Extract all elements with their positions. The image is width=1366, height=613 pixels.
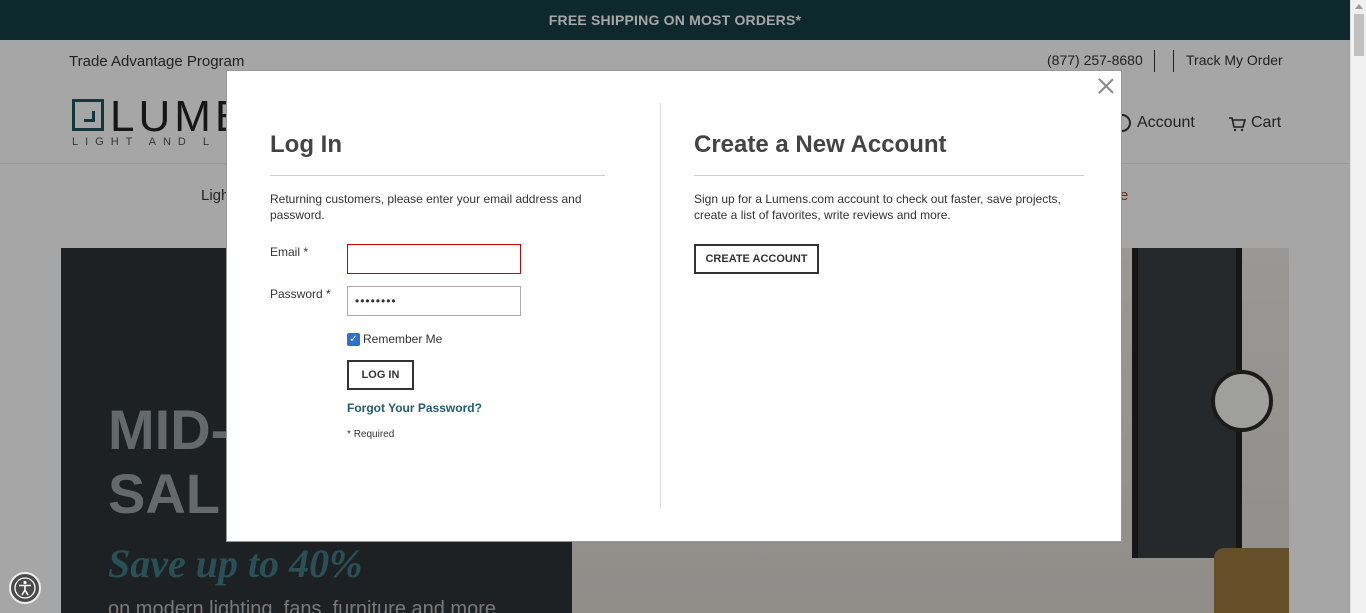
forgot-password-link[interactable]: Forgot Your Password? — [347, 401, 482, 415]
login-modal: Log In Returning customers, please enter… — [226, 70, 1122, 542]
scroll-thumb[interactable] — [1354, 14, 1364, 56]
column-divider — [660, 103, 661, 509]
login-title: Log In — [270, 131, 605, 176]
create-account-button[interactable]: CREATE ACCOUNT — [694, 244, 819, 274]
required-note: * Required — [347, 429, 395, 440]
email-field[interactable] — [347, 244, 521, 274]
accessibility-icon — [14, 577, 36, 599]
close-icon[interactable] — [1096, 76, 1116, 96]
email-label: Email * — [270, 245, 309, 259]
login-column: Log In Returning customers, please enter… — [270, 131, 605, 223]
create-account-column: Create a New Account Sign up for a Lumen… — [694, 131, 1084, 223]
scrollbar[interactable] — [1350, 0, 1366, 613]
login-description: Returning customers, please enter your e… — [270, 192, 582, 222]
remember-me-checkbox[interactable]: ✓ — [347, 332, 360, 346]
remember-me[interactable]: ✓ Remember Me — [347, 332, 442, 346]
password-field[interactable] — [347, 286, 521, 316]
create-account-title: Create a New Account — [694, 131, 1084, 176]
login-button[interactable]: LOG IN — [347, 360, 414, 390]
accessibility-button[interactable] — [9, 572, 41, 604]
password-label: Password * — [270, 287, 331, 301]
remember-me-label: Remember Me — [363, 332, 443, 346]
create-account-description: Sign up for a Lumens.com account to chec… — [694, 192, 1061, 222]
scroll-up-icon[interactable] — [1355, 4, 1363, 9]
